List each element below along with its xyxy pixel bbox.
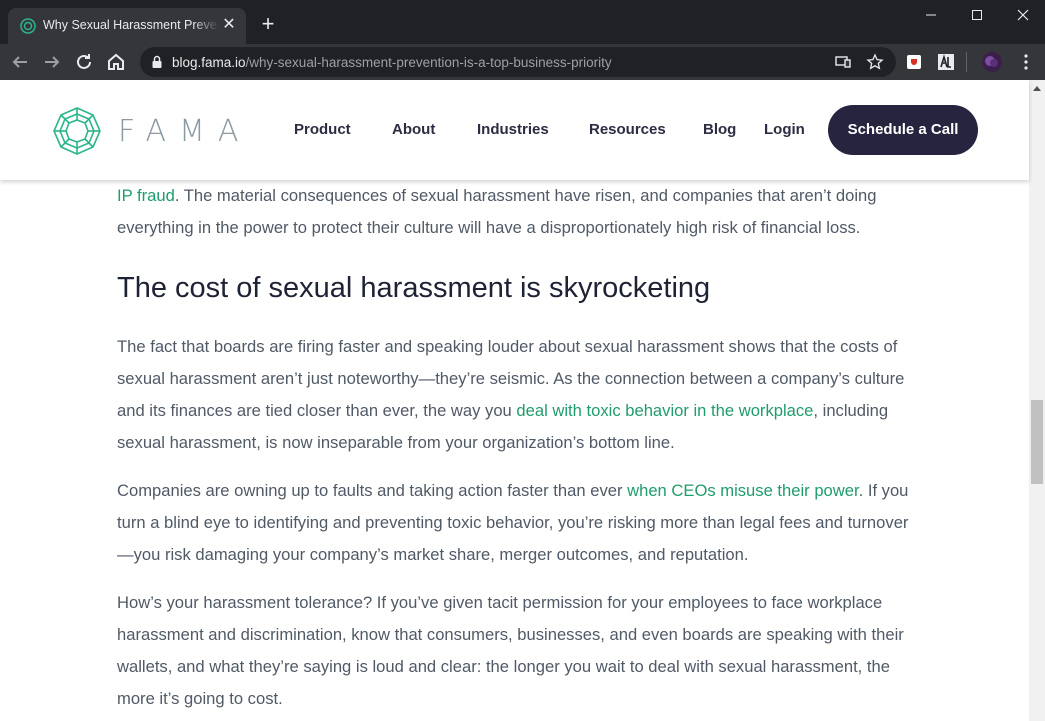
nav-product[interactable]: Product bbox=[294, 121, 351, 138]
nav-industries[interactable]: Industries bbox=[477, 121, 549, 138]
ip-fraud-link[interactable]: IP fraud bbox=[117, 186, 175, 205]
browser-titlebar: Why Sexual Harassment Prevention is a To… bbox=[0, 0, 1045, 44]
fama-logo-icon[interactable] bbox=[52, 106, 102, 156]
address-bar[interactable]: blog.fama.io/why-sexual-harassment-preve… bbox=[140, 47, 896, 77]
page-scrollbar[interactable] bbox=[1029, 80, 1045, 721]
nav-resources[interactable]: Resources bbox=[589, 121, 666, 138]
extension-shield-icon[interactable] bbox=[902, 50, 926, 74]
schedule-call-button[interactable]: Schedule a Call bbox=[828, 105, 978, 155]
profile-avatar[interactable] bbox=[980, 50, 1004, 74]
site-header: FAMA Product About Industries Resources … bbox=[0, 80, 1029, 180]
home-icon[interactable] bbox=[104, 50, 128, 74]
lock-icon bbox=[152, 55, 162, 68]
close-window-icon[interactable] bbox=[1000, 6, 1045, 24]
article-paragraph: The fact that boards are firing faster a… bbox=[117, 331, 917, 459]
article-paragraph: How’s your harassment tolerance? If you’… bbox=[117, 593, 904, 708]
url-text: blog.fama.io/why-sexual-harassment-preve… bbox=[172, 55, 612, 70]
logo-wordmark[interactable]: FAMA bbox=[118, 114, 251, 149]
reload-icon[interactable] bbox=[72, 50, 96, 74]
bookmark-star-icon[interactable] bbox=[866, 53, 884, 71]
forward-arrow-icon[interactable] bbox=[40, 50, 64, 74]
minimize-icon[interactable] bbox=[908, 6, 954, 24]
scroll-up-arrow-icon[interactable] bbox=[1033, 86, 1041, 91]
nav-login[interactable]: Login bbox=[764, 121, 805, 138]
section-heading: The cost of sexual harassment is skyrock… bbox=[117, 272, 711, 304]
nav-about[interactable]: About bbox=[392, 121, 435, 138]
article-paragraph: IP fraud. The material consequences of s… bbox=[117, 180, 917, 244]
toxic-behavior-link[interactable]: deal with toxic behavior in the workplac… bbox=[516, 401, 813, 420]
page-viewport: FAMA Product About Industries Resources … bbox=[0, 80, 1045, 721]
url-host: blog.fama.io bbox=[172, 55, 246, 70]
paragraph-text: Companies are owning up to faults and ta… bbox=[117, 481, 628, 500]
cast-device-icon[interactable] bbox=[834, 53, 852, 71]
new-tab-button[interactable]: + bbox=[258, 13, 278, 35]
ceo-misuse-power-link[interactable]: when CEOs misuse their power bbox=[627, 481, 859, 500]
browser-tab-active[interactable]: Why Sexual Harassment Prevention is a To… bbox=[8, 8, 246, 44]
tab-title: Why Sexual Harassment Prevention is a To… bbox=[43, 18, 219, 32]
nav-blog[interactable]: Blog bbox=[703, 121, 736, 138]
maximize-icon[interactable] bbox=[954, 6, 1000, 24]
fama-favicon-icon bbox=[20, 18, 36, 34]
url-path: /why-sexual-harassment-prevention-is-a-t… bbox=[245, 55, 612, 70]
article-paragraph: Companies are owning up to faults and ta… bbox=[117, 475, 917, 571]
back-arrow-icon[interactable] bbox=[8, 50, 32, 74]
tab-close-icon[interactable]: ✕ bbox=[220, 16, 238, 34]
scrollbar-thumb[interactable] bbox=[1031, 400, 1043, 484]
paragraph-text: . The material consequences of sexual ha… bbox=[117, 186, 877, 237]
chrome-menu-icon[interactable] bbox=[1014, 50, 1038, 74]
extension-font-icon[interactable] bbox=[934, 50, 958, 74]
browser-toolbar: blog.fama.io/why-sexual-harassment-preve… bbox=[0, 44, 1045, 80]
toolbar-divider bbox=[966, 52, 967, 72]
